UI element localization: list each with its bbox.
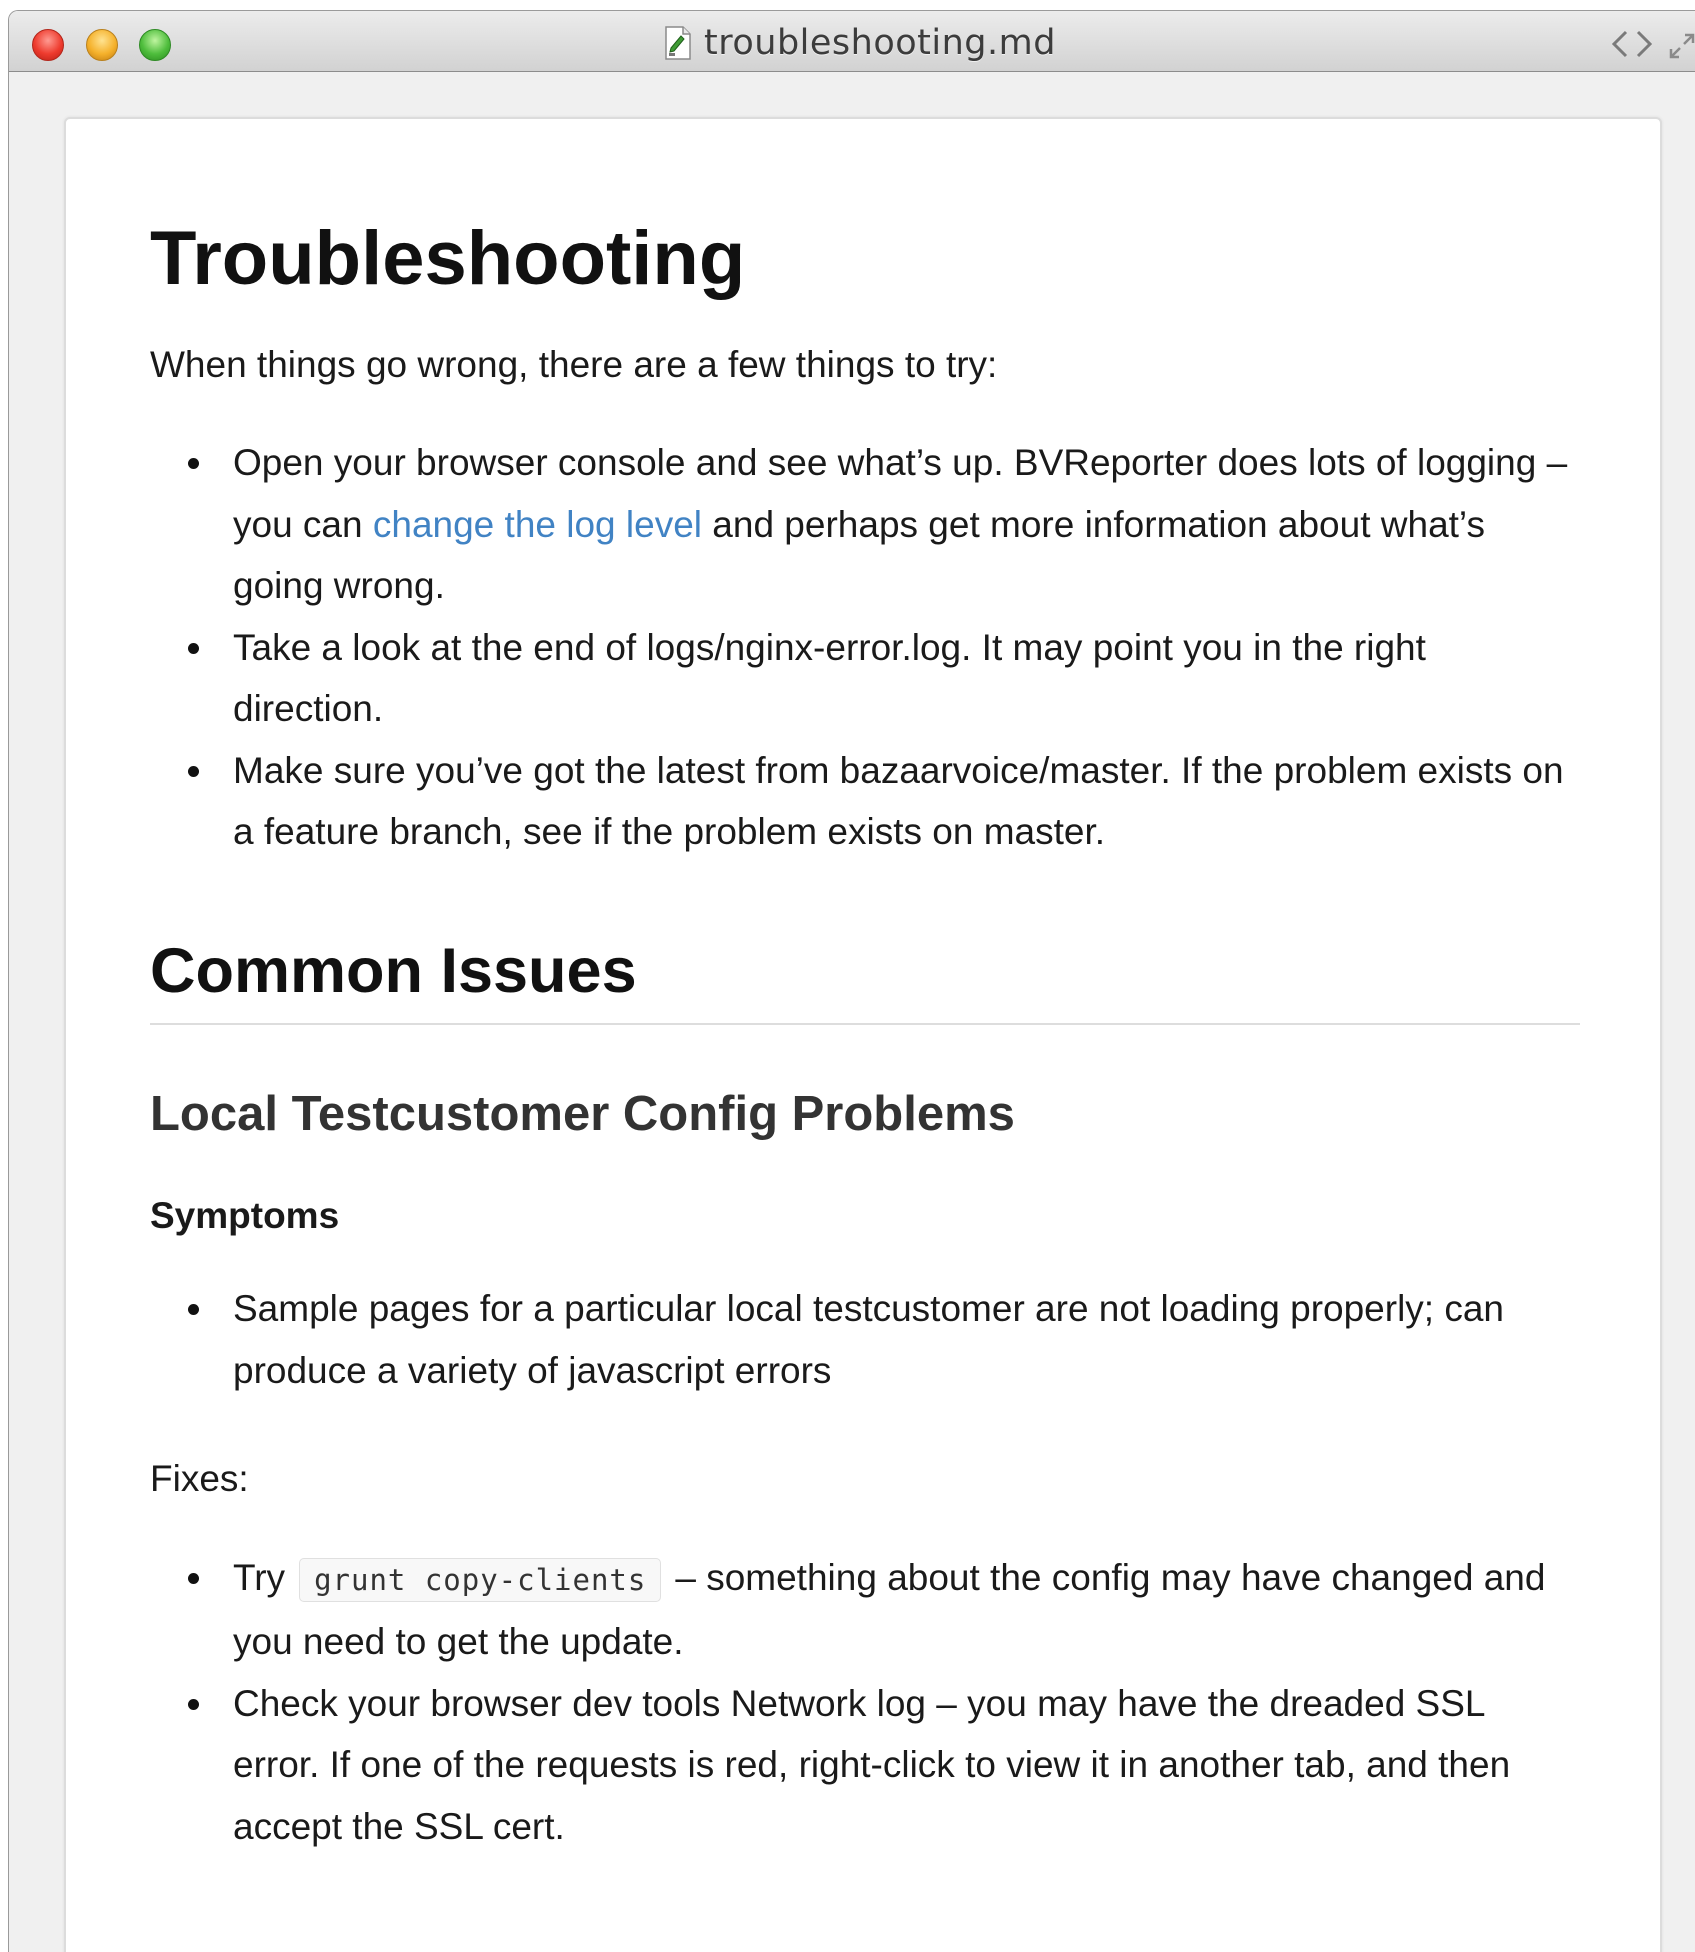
bullet-icon <box>188 1304 199 1316</box>
change-log-level-link[interactable]: change the log level <box>373 504 702 545</box>
tip-3-text: Make sure you’ve got the latest from baz… <box>233 749 1564 853</box>
list-item: Make sure you’ve got the latest from baz… <box>150 740 1580 863</box>
tips-list: Open your browser console and see what’s… <box>150 432 1580 863</box>
bullet-icon <box>188 1572 199 1584</box>
tip-2-text: Take a look at the end of logs/nginx-err… <box>233 626 1426 730</box>
list-item: Try grunt copy-clients – something about t… <box>150 1547 1580 1673</box>
intro-paragraph: When things go wrong, there are a few th… <box>150 343 998 385</box>
fix-1-text-start: Try <box>233 1556 286 1598</box>
symptom-1-text: Sample pages for a particular local test… <box>233 1288 1505 1391</box>
app-window: troubleshooting.md Troubleshooting When … <box>8 10 1695 1952</box>
markdown-content: Troubleshooting When things go wrong, th… <box>150 119 1580 1857</box>
symptoms-list: Sample pages for a particular local test… <box>150 1278 1580 1401</box>
page-title: Troubleshooting <box>150 216 746 301</box>
symptoms-heading: Symptoms <box>150 1194 340 1236</box>
rendered-markdown-page: Troubleshooting When things go wrong, th… <box>64 117 1662 1952</box>
list-item: Check your browser dev tools Network log… <box>150 1673 1580 1858</box>
zoom-window-button[interactable] <box>139 29 171 61</box>
bullet-icon <box>188 642 199 654</box>
fix-2-text: Check your browser dev tools Network log… <box>233 1682 1511 1847</box>
common-issues-heading: Common Issues <box>150 935 1580 1026</box>
preview-viewport[interactable]: Troubleshooting When things go wrong, th… <box>9 72 1695 1952</box>
close-window-button[interactable] <box>32 29 64 61</box>
grunt-command-code: grunt copy-clients <box>299 1557 662 1602</box>
window-title: troubleshooting.md <box>704 23 1056 63</box>
list-item: Open your browser console and see what’s… <box>150 432 1580 617</box>
config-problems-heading: Local Testcustomer Config Problems <box>150 1087 1015 1142</box>
list-item: Sample pages for a particular local test… <box>150 1278 1580 1401</box>
markdown-document-icon <box>665 26 691 60</box>
code-view-toggle-icon[interactable] <box>1609 27 1655 61</box>
minimize-window-button[interactable] <box>86 29 118 61</box>
title-bar[interactable]: troubleshooting.md <box>9 11 1695 72</box>
fixes-label: Fixes: <box>150 1458 249 1500</box>
bullet-icon <box>188 1698 199 1710</box>
bullet-icon <box>188 458 199 470</box>
fixes-list: Try grunt copy-clients – something about t… <box>150 1547 1580 1858</box>
window-title-group: troubleshooting.md <box>664 23 1056 63</box>
fullscreen-icon[interactable] <box>1667 31 1695 61</box>
bullet-icon <box>188 765 199 777</box>
list-item: Take a look at the end of logs/nginx-err… <box>150 617 1580 740</box>
